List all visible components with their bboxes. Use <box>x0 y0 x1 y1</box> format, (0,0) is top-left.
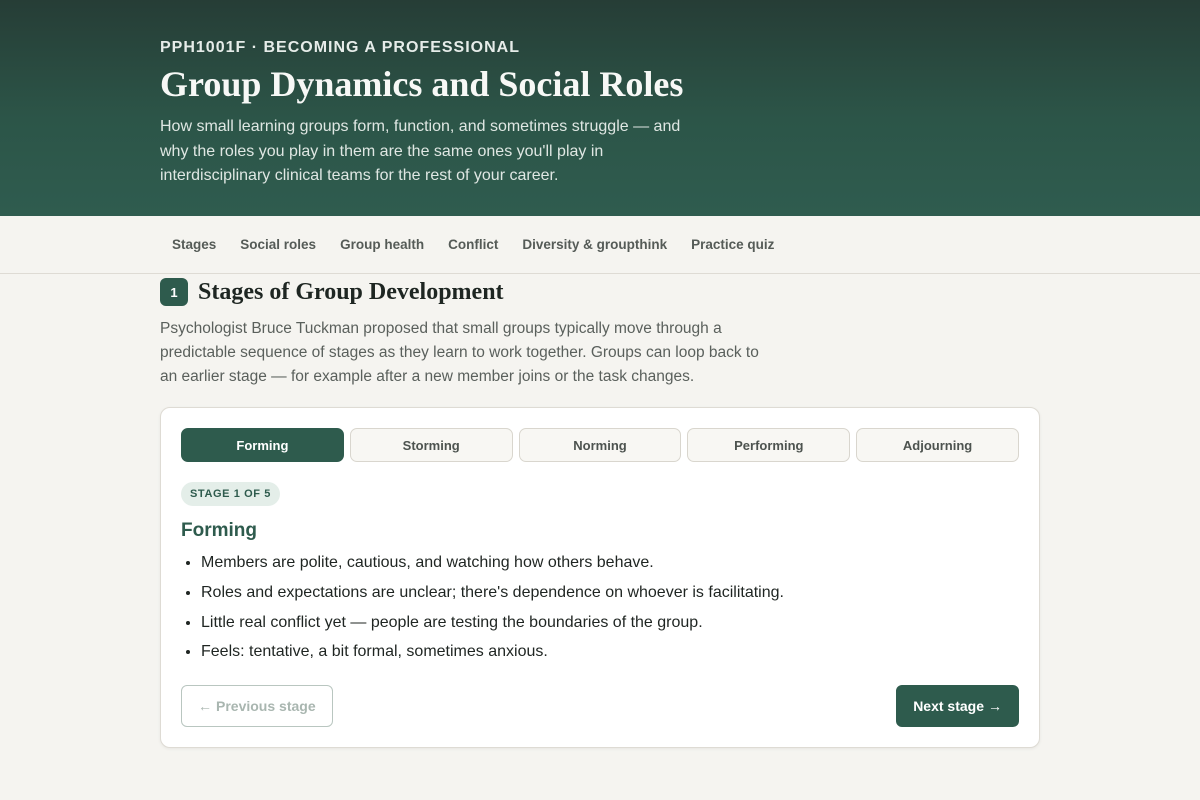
nav-item-practice-quiz[interactable]: Practice quiz <box>679 216 786 274</box>
arrow-left-icon: ← <box>198 698 212 714</box>
next-stage-button[interactable]: Next stage → <box>896 685 1019 727</box>
section-heading: 1 Stages of Group Development <box>0 277 1200 307</box>
list-item: Little real conflict yet — people are te… <box>201 613 1019 633</box>
nav-item-social-roles[interactable]: Social roles <box>228 216 328 274</box>
stage-navigation: ← Previous stage Next stage → <box>181 685 1019 727</box>
nav-item-conflict[interactable]: Conflict <box>436 216 510 274</box>
stage-title: Forming <box>181 520 257 541</box>
course-header: PPH1001F · BECOMING A PROFESSIONAL Group… <box>0 0 1200 216</box>
course-code: PPH1001F · BECOMING A PROFESSIONAL <box>160 39 520 56</box>
tab-norming[interactable]: Norming <box>518 428 682 462</box>
nav-item-stages[interactable]: Stages <box>160 216 228 274</box>
page-title: Group Dynamics and Social Roles <box>160 64 684 104</box>
stage-bullet-list: Members are polite, cautious, and watchi… <box>181 553 1019 662</box>
list-item: Members are polite, cautious, and watchi… <box>201 553 1019 573</box>
section-number-badge: 1 <box>160 278 188 306</box>
page-description: How small learning groups form, function… <box>160 118 681 184</box>
arrow-right-icon: → <box>988 698 1002 714</box>
list-item: Roles and expectations are unclear; ther… <box>201 583 1019 603</box>
tab-performing[interactable]: Performing <box>687 428 851 462</box>
nav-item-group-health[interactable]: Group health <box>328 216 436 274</box>
stages-section: 1 Stages of Group Development Psychologi… <box>0 277 1200 389</box>
stage-tabs: Forming Storming Norming Performing Adjo… <box>181 428 1019 462</box>
next-stage-label: Next stage <box>913 698 984 714</box>
list-item: Feels: tentative, a bit formal, sometime… <box>201 642 1019 662</box>
section-nav: Stages Social roles Group health Conflic… <box>0 216 1200 274</box>
stage-progress-badge: STAGE 1 OF 5 <box>181 482 280 506</box>
stage-card: Forming Storming Norming Performing Adjo… <box>160 407 1040 748</box>
tab-storming[interactable]: Storming <box>349 428 513 462</box>
previous-stage-button[interactable]: ← Previous stage <box>181 685 333 727</box>
tab-adjourning[interactable]: Adjourning <box>856 428 1019 462</box>
nav-item-diversity-groupthink[interactable]: Diversity & groupthink <box>510 216 679 274</box>
tab-forming[interactable]: Forming <box>181 428 344 462</box>
section-description: Psychologist Bruce Tuckman proposed that… <box>160 320 759 385</box>
previous-stage-label: Previous stage <box>216 698 316 714</box>
section-title: Stages of Group Development <box>198 278 504 305</box>
